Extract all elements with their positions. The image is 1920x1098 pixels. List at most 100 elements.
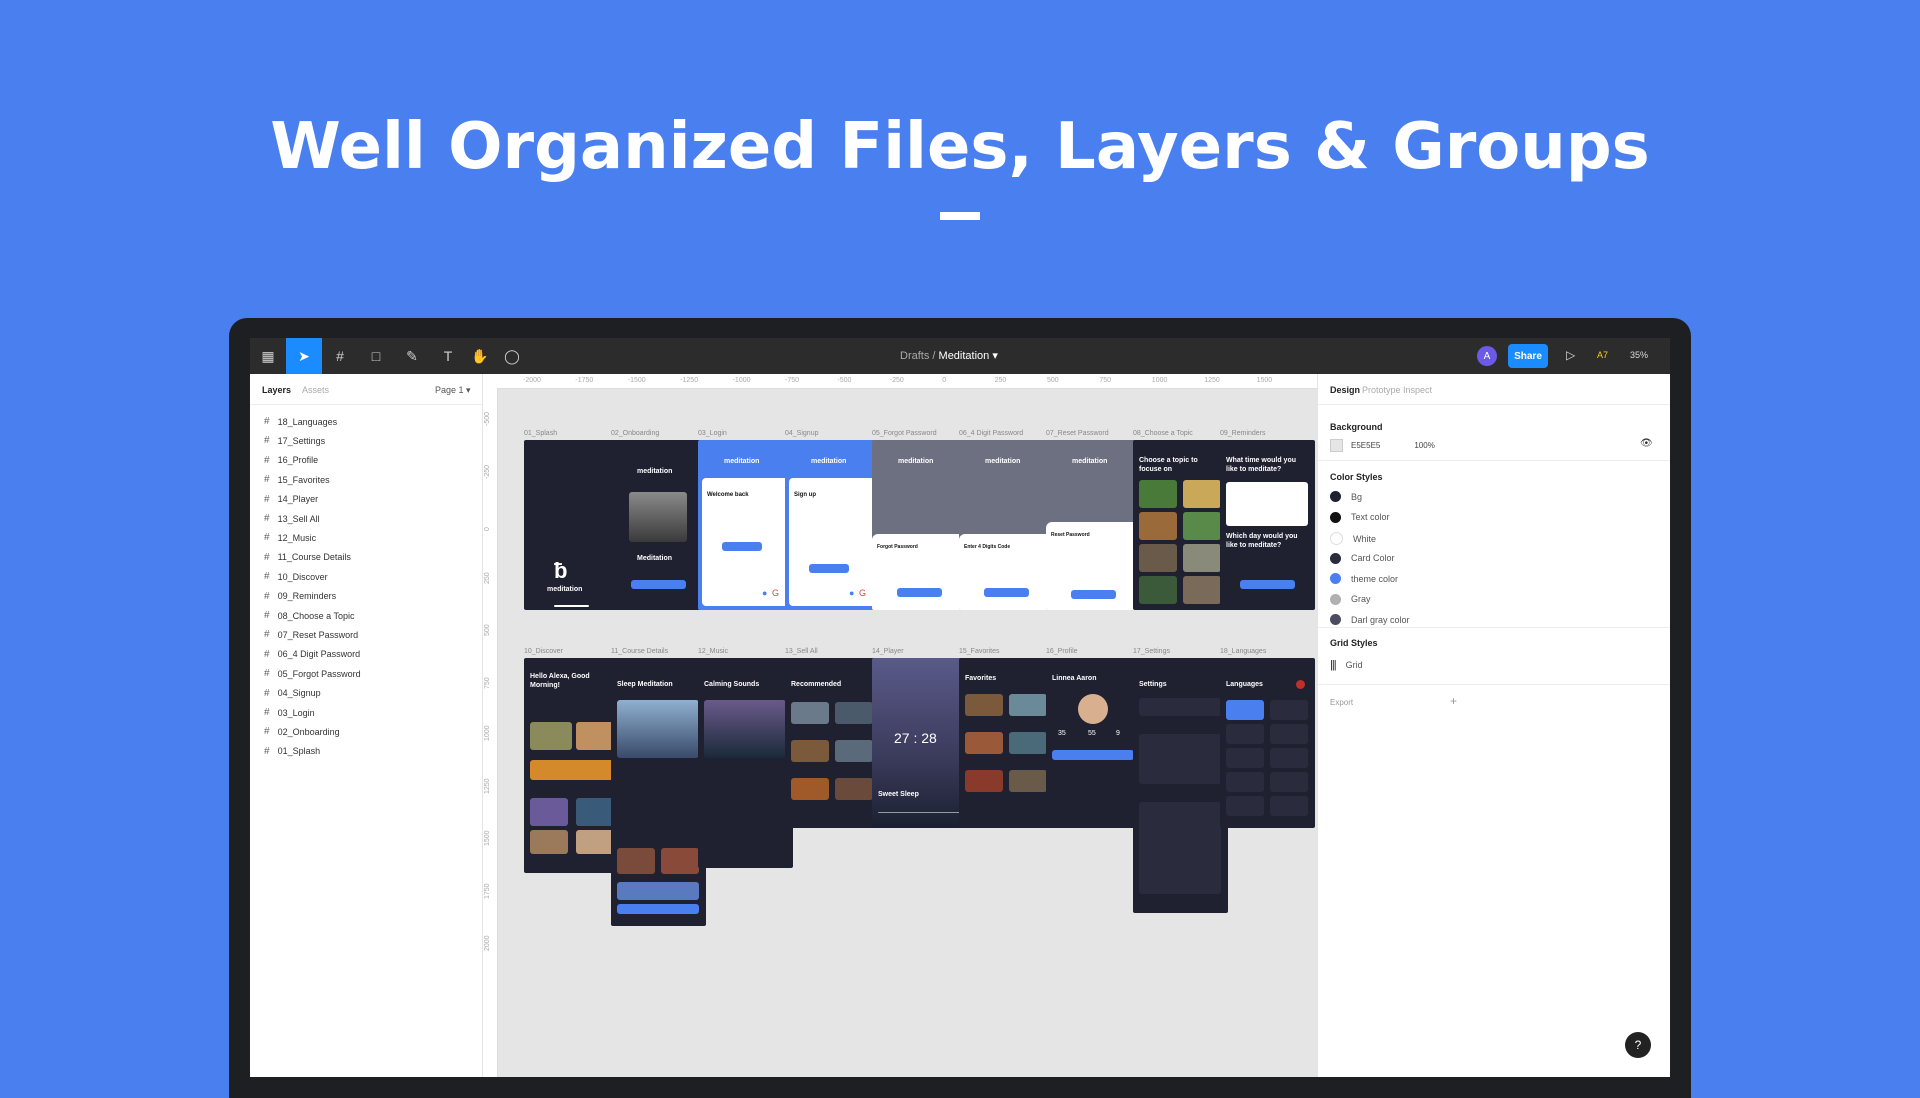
continue-button[interactable]	[984, 588, 1029, 597]
frame-label[interactable]: 08_Choose a Topic	[1133, 430, 1193, 437]
signup-button[interactable]	[809, 564, 849, 573]
frame-label[interactable]: 04_Signup	[785, 430, 818, 437]
main-menu-icon[interactable]: ▦	[250, 338, 286, 374]
breadcrumb-file-name[interactable]: Meditation	[939, 350, 990, 362]
move-tool-icon[interactable]: ➤	[286, 338, 322, 374]
add-export-icon[interactable]: +	[1450, 694, 1457, 708]
grid-style-row[interactable]: ||| Grid	[1330, 659, 1363, 671]
frame-4-digit[interactable]: meditation Enter 4 Digits Code	[959, 440, 1054, 610]
tab-assets[interactable]: Assets	[302, 385, 329, 395]
related-card[interactable]	[661, 848, 699, 874]
language-option[interactable]	[1226, 796, 1264, 816]
get-started-button[interactable]	[631, 580, 686, 589]
course-card[interactable]	[530, 798, 568, 826]
layer-item[interactable]: #08_Choose a Topic	[264, 610, 354, 621]
layer-item[interactable]: #12_Music	[264, 532, 316, 543]
layer-item[interactable]: #11_Course Details	[264, 552, 351, 563]
color-style-row[interactable]: Darl gray color	[1330, 614, 1410, 625]
course-card[interactable]	[576, 722, 614, 750]
frame-course-details[interactable]: Sleep Meditation	[611, 658, 706, 926]
color-style-row[interactable]: White	[1330, 532, 1376, 545]
topic-card[interactable]	[1183, 576, 1221, 604]
frame-label[interactable]: 13_Sell All	[785, 648, 818, 655]
update-password-button[interactable]	[1071, 590, 1116, 599]
frame-music[interactable]: Calming Sounds	[698, 658, 793, 868]
layer-item[interactable]: #18_Languages	[264, 416, 337, 427]
fav-card[interactable]	[1009, 770, 1047, 792]
fav-card[interactable]	[1009, 732, 1047, 754]
color-style-row[interactable]: Bg	[1330, 491, 1362, 502]
help-button[interactable]: ?	[1625, 1032, 1651, 1058]
breadcrumb-drafts[interactable]: Drafts	[900, 350, 929, 362]
present-play-icon[interactable]: ▷	[1566, 348, 1575, 362]
background-swatch[interactable]	[1330, 439, 1343, 452]
font-warning-badge[interactable]: A7	[1597, 350, 1608, 360]
track-card[interactable]	[835, 702, 873, 724]
related-card[interactable]	[617, 848, 655, 874]
frame-favorites[interactable]: Favorites	[959, 658, 1054, 828]
background-row[interactable]: E5E5E5 100%	[1330, 439, 1435, 452]
eye-icon[interactable]: 👁	[1640, 438, 1653, 449]
topic-card[interactable]	[1139, 512, 1177, 540]
layer-item[interactable]: #01_Splash	[264, 746, 320, 757]
google-icon[interactable]: G	[772, 588, 779, 598]
play-button[interactable]	[617, 904, 699, 914]
color-style-row[interactable]: Gray	[1330, 593, 1371, 605]
facebook-icon[interactable]: ●	[762, 588, 767, 598]
course-card[interactable]	[530, 722, 572, 750]
course-card[interactable]	[576, 830, 614, 854]
shape-tool-icon[interactable]: □	[358, 338, 394, 374]
topic-card[interactable]	[1139, 544, 1177, 572]
frame-label[interactable]: 02_Onboarding	[611, 430, 659, 437]
topic-card[interactable]	[1183, 512, 1221, 540]
layer-item[interactable]: #13_Sell All	[264, 513, 320, 524]
zoom-level[interactable]: 35%	[1630, 350, 1648, 360]
frame-sell-all[interactable]: Recommended	[785, 658, 880, 828]
background-opacity[interactable]: 100%	[1414, 441, 1434, 450]
text-tool-icon[interactable]: T	[430, 338, 466, 374]
frame-label[interactable]: 03_Login	[698, 430, 727, 437]
language-option[interactable]	[1226, 700, 1264, 720]
frame-discover[interactable]: Hello Alexa, Good Morning!	[524, 658, 619, 873]
topic-card[interactable]	[1183, 480, 1221, 508]
fav-card[interactable]	[965, 694, 1003, 716]
language-option[interactable]	[1270, 700, 1308, 720]
frame-login[interactable]: meditation Welcome back ● G	[698, 440, 793, 610]
page-selector[interactable]: Page 1 ▾	[435, 385, 471, 396]
track-card[interactable]	[791, 778, 829, 800]
pen-tool-icon[interactable]: ✎	[394, 338, 430, 374]
frame-choose-topic[interactable]: Choose a topic to focuse on	[1133, 440, 1228, 610]
frame-label[interactable]: 06_4 Digit Password	[959, 430, 1023, 437]
language-option[interactable]	[1270, 724, 1308, 744]
frame-reminders[interactable]: What time would you like to meditate? Wh…	[1220, 440, 1315, 610]
frame-profile[interactable]: Linnea Aaron 35 55 9	[1046, 658, 1141, 828]
language-option[interactable]	[1270, 748, 1308, 768]
google-icon[interactable]: G	[859, 588, 866, 598]
layer-item[interactable]: #15_Favorites	[264, 474, 330, 485]
layer-item[interactable]: #03_Login	[264, 707, 315, 718]
canvas[interactable]: -2000 -1750 -1500 -1250 -1000 -750 -500 -250 0 25…	[483, 374, 1317, 1077]
color-style-row[interactable]: theme color	[1330, 573, 1398, 584]
fav-card[interactable]	[965, 732, 1003, 754]
layer-item[interactable]: #14_Player	[264, 494, 318, 505]
layer-item[interactable]: #09_Reminders	[264, 591, 336, 602]
daily-thought-card[interactable]	[530, 760, 614, 780]
avatar[interactable]: A	[1477, 346, 1497, 366]
frame-forgot-password[interactable]: meditation Forgot Password	[872, 440, 967, 610]
track-card[interactable]	[791, 740, 829, 762]
comment-tool-icon[interactable]: ◯	[494, 338, 530, 374]
layer-item[interactable]: #05_Forgot Password	[264, 668, 361, 679]
frame-label[interactable]: 11_Course Details	[611, 648, 668, 655]
topic-card[interactable]	[1139, 480, 1177, 508]
layer-item[interactable]: #07_Reset Password	[264, 629, 358, 640]
frame-label[interactable]: 17_Settings	[1133, 648, 1170, 655]
frame-label[interactable]: 12_Music	[698, 648, 728, 655]
background-hex[interactable]: E5E5E5	[1351, 441, 1380, 450]
frame-languages[interactable]: Languages	[1220, 658, 1315, 828]
login-button[interactable]	[722, 542, 762, 551]
layer-item[interactable]: #10_Discover	[264, 571, 328, 582]
progress-bar[interactable]	[878, 812, 960, 813]
topic-card[interactable]	[1183, 544, 1221, 572]
frame-reset-password[interactable]: meditation Reset Password	[1046, 440, 1141, 610]
frame-label[interactable]: 18_Languages	[1220, 648, 1266, 655]
